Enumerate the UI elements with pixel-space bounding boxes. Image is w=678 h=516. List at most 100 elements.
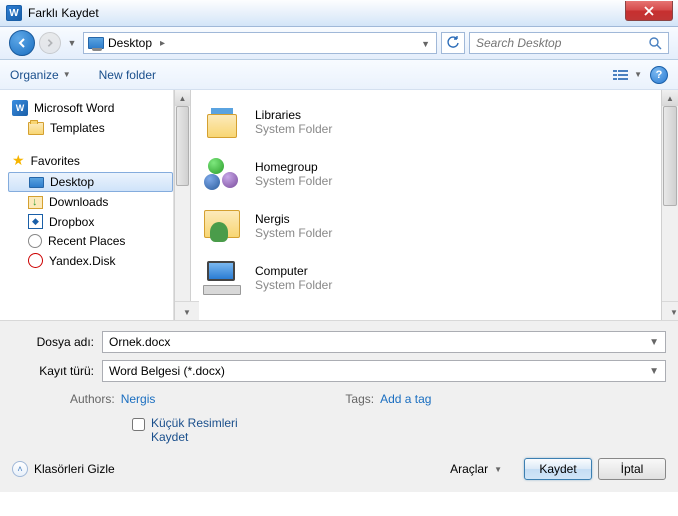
sidebar-favorites-label: Favorites — [31, 154, 80, 168]
organize-button[interactable]: Organize ▼ — [10, 68, 71, 82]
filename-value: Ornek.docx — [109, 335, 170, 349]
main-area: W Microsoft Word Templates ★ Favorites D… — [0, 90, 678, 320]
list-item[interactable]: Computer System Folder — [201, 252, 661, 304]
sidebar-item-yandex-disk[interactable]: Yandex.Disk — [8, 251, 173, 270]
sidebar-templates[interactable]: Templates — [8, 119, 173, 137]
yandex-icon — [28, 253, 43, 268]
new-folder-label: New folder — [99, 68, 156, 82]
title-bar: W Farklı Kaydet — [0, 0, 678, 27]
sidebar-scrollbar[interactable]: ▲ ▼ — [174, 90, 191, 320]
recent-icon — [28, 234, 42, 248]
chevron-down-icon: ▼ — [634, 70, 642, 79]
filetype-select[interactable]: Word Belgesi (*.docx) ▼ — [102, 360, 666, 382]
cancel-button[interactable]: İptal — [598, 458, 666, 480]
tags-value[interactable]: Add a tag — [380, 392, 431, 406]
chevron-down-icon: ▼ — [63, 70, 71, 79]
user-folder-icon — [204, 210, 240, 242]
tools-button[interactable]: Araçlar ▼ — [450, 462, 502, 476]
filetype-value: Word Belgesi (*.docx) — [109, 364, 225, 378]
new-folder-button[interactable]: New folder — [99, 68, 156, 82]
item-name: Homegroup — [255, 160, 332, 174]
chevron-down-icon: ▼ — [649, 366, 659, 377]
item-name: Nergis — [255, 212, 332, 226]
content-list: Libraries System Folder Homegroup System… — [191, 90, 661, 320]
filename-input[interactable]: Ornek.docx ▼ — [102, 331, 666, 353]
sidebar-favorites-header[interactable]: ★ Favorites — [8, 150, 173, 171]
sidebar-item-label: Yandex.Disk — [49, 254, 115, 268]
nav-back-button[interactable] — [9, 30, 35, 56]
scroll-up-icon[interactable]: ▲ — [662, 90, 678, 106]
nav-forward-button[interactable] — [39, 32, 61, 54]
tools-label: Araçlar — [450, 462, 488, 476]
scroll-up-icon[interactable]: ▲ — [175, 90, 190, 106]
save-thumbnail-checkbox[interactable] — [132, 418, 145, 431]
word-app-icon: W — [6, 5, 22, 21]
word-icon: W — [12, 100, 28, 116]
star-icon: ★ — [12, 152, 25, 169]
tags-label: Tags: — [345, 392, 374, 406]
view-icon — [612, 68, 632, 82]
sidebar-item-dropbox[interactable]: ◆ Dropbox — [8, 212, 173, 231]
scrollbar-thumb[interactable] — [176, 106, 189, 186]
item-type: System Folder — [255, 122, 332, 136]
window-title: Farklı Kaydet — [28, 6, 99, 20]
search-box[interactable] — [469, 32, 669, 54]
item-name: Libraries — [255, 108, 332, 122]
folder-icon — [28, 122, 44, 135]
item-type: System Folder — [255, 226, 332, 240]
sidebar-word-label: Microsoft Word — [34, 101, 114, 115]
chevron-down-icon: ▼ — [68, 38, 77, 48]
sidebar-item-recent-places[interactable]: Recent Places — [8, 232, 173, 250]
arrow-left-icon — [16, 37, 28, 49]
sidebar-item-downloads[interactable]: Downloads — [8, 193, 173, 211]
breadcrumb-desktop[interactable]: Desktop ▸ — [84, 33, 173, 53]
search-icon — [648, 36, 662, 50]
help-button[interactable]: ? — [650, 66, 668, 84]
sidebar-item-label: Recent Places — [48, 234, 125, 248]
close-button[interactable] — [625, 1, 673, 21]
libraries-icon — [203, 106, 241, 138]
authors-value[interactable]: Nergis — [121, 392, 156, 406]
content-scrollbar[interactable]: ▲ ▼ — [661, 90, 678, 320]
refresh-icon — [446, 36, 460, 50]
sidebar: W Microsoft Word Templates ★ Favorites D… — [0, 90, 174, 320]
list-item[interactable]: Homegroup System Folder — [201, 148, 661, 200]
chevron-right-icon: ▸ — [156, 38, 169, 49]
nav-history-button[interactable]: ▼ — [65, 33, 79, 53]
chevron-down-icon: ▼ — [494, 465, 502, 474]
save-button[interactable]: Kaydet — [524, 458, 592, 480]
save-thumbnail-label: Küçük Resimleri Kaydet — [151, 416, 241, 444]
item-type: System Folder — [255, 278, 332, 292]
footer: ˄ Klasörleri Gizle Araçlar ▼ Kaydet İpta… — [0, 452, 678, 492]
close-icon — [644, 6, 654, 16]
list-item[interactable]: Libraries System Folder — [201, 96, 661, 148]
sidebar-item-label: Desktop — [50, 175, 94, 189]
authors-label: Authors: — [70, 392, 115, 406]
sidebar-item-label: Downloads — [49, 195, 108, 209]
desktop-icon — [29, 177, 44, 188]
filename-label: Dosya adı: — [12, 335, 94, 349]
scrollbar-thumb[interactable] — [663, 106, 677, 206]
refresh-button[interactable] — [441, 32, 465, 54]
scroll-down-icon[interactable]: ▼ — [175, 301, 199, 320]
breadcrumb-dropdown[interactable]: ▼ — [415, 34, 436, 52]
save-form: Dosya adı: Ornek.docx ▼ Kayıt türü: Word… — [0, 320, 678, 452]
search-input[interactable] — [476, 36, 648, 50]
organize-label: Organize — [10, 68, 59, 82]
chevron-down-icon: ▼ — [421, 39, 430, 49]
chevron-down-icon: ▼ — [649, 337, 659, 348]
toolbar: Organize ▼ New folder ▼ ? — [0, 60, 678, 90]
sidebar-templates-label: Templates — [50, 121, 105, 135]
computer-icon — [203, 261, 241, 295]
dropbox-icon: ◆ — [28, 214, 43, 229]
hide-folders-label: Klasörleri Gizle — [34, 462, 115, 476]
item-type: System Folder — [255, 174, 332, 188]
view-options-button[interactable]: ▼ — [612, 68, 642, 82]
hide-folders-button[interactable]: ˄ Klasörleri Gizle — [12, 461, 115, 477]
sidebar-word-root[interactable]: W Microsoft Word — [8, 98, 173, 118]
list-item[interactable]: Nergis System Folder — [201, 200, 661, 252]
breadcrumb-label: Desktop — [108, 36, 152, 50]
breadcrumb[interactable]: Desktop ▸ ▼ — [83, 32, 437, 54]
sidebar-item-desktop[interactable]: Desktop — [8, 172, 173, 192]
scroll-down-icon[interactable]: ▼ — [662, 301, 678, 320]
